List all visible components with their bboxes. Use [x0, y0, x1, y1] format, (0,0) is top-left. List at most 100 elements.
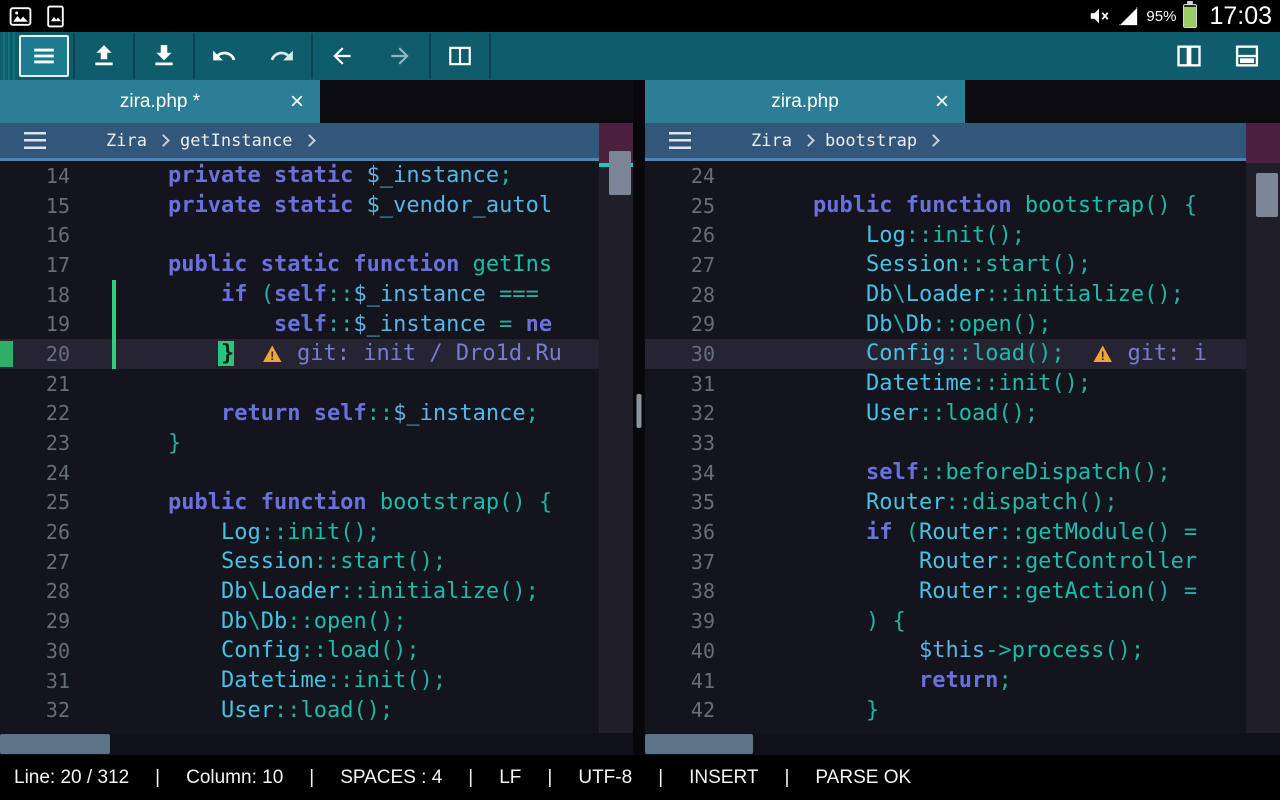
breadcrumb-item-method[interactable]: bootstrap: [825, 131, 917, 151]
code-line-31[interactable]: 31 Datetime::init();: [645, 369, 1280, 399]
clock: 17:03: [1209, 2, 1272, 31]
close-icon[interactable]: ×: [935, 90, 949, 114]
code-line-24[interactable]: 24: [0, 458, 633, 488]
code-token: start: [985, 252, 1051, 277]
code-token: ::: [287, 609, 314, 634]
code-text: if (self::$_instance ===: [115, 282, 539, 307]
code-line-26[interactable]: 26 Log::init();: [0, 517, 633, 547]
code-line-28[interactable]: 28 Db\Loader::initialize();: [0, 577, 633, 607]
toolbar-grip[interactable]: [0, 32, 15, 80]
code-token: Log: [221, 520, 261, 545]
code-token: public static function: [168, 252, 459, 277]
code-line-39[interactable]: 39 ) {: [645, 606, 1280, 636]
redo-button[interactable]: [253, 32, 311, 80]
code-token: $_instance: [353, 282, 485, 307]
code-token: [1114, 341, 1127, 366]
code-line-23[interactable]: 23 }: [0, 428, 633, 458]
breadcrumb-item-method[interactable]: getInstance: [180, 131, 293, 151]
code-line-17[interactable]: 17 public static function getIns: [0, 250, 633, 280]
code-token: ();: [406, 549, 446, 574]
code-token: private static: [168, 193, 353, 218]
code-text: Session::start();: [760, 252, 1091, 277]
code-line-29[interactable]: 29 Db\Db::open();: [0, 606, 633, 636]
code-line-31[interactable]: 31 Datetime::init();: [0, 666, 633, 696]
code-line-25[interactable]: 25 public function bootstrap() {: [645, 191, 1280, 221]
code-line-27[interactable]: 27 Session::start();: [0, 547, 633, 577]
horizontal-scrollbar-thumb[interactable]: [0, 734, 110, 754]
breadcrumb[interactable]: Zira bootstrap: [645, 123, 1280, 161]
code-line-33[interactable]: 33: [645, 428, 1280, 458]
code-editor[interactable]: 2425 public function bootstrap() {26 Log…: [645, 161, 1280, 733]
code-token: git: init / Dro1d.Ru: [297, 341, 562, 366]
code-text: Db\Db::open();: [115, 609, 406, 634]
code-token: ::: [945, 490, 972, 515]
code-line-21[interactable]: 21: [0, 369, 633, 399]
code-line-30[interactable]: 30 Config::load();: [0, 636, 633, 666]
code-text: }: [760, 698, 879, 723]
breadcrumb-item-class[interactable]: Zira: [751, 131, 792, 151]
code-line-24[interactable]: 24: [645, 161, 1280, 191]
save-as-button[interactable]: [135, 32, 193, 80]
pane-divider[interactable]: [633, 80, 645, 755]
battery-percent: 95%: [1146, 8, 1176, 25]
code-line-26[interactable]: 26 Log::init();: [645, 220, 1280, 250]
code-token: (: [906, 520, 919, 545]
tab-zira-php[interactable]: zira.php * ×: [0, 80, 320, 123]
code-token: [760, 460, 866, 485]
horizontal-scrollbar[interactable]: [645, 733, 1280, 755]
code-token: [115, 609, 221, 634]
code-token: ) {: [866, 609, 906, 634]
code-line-22[interactable]: 22 return self::$_instance;: [0, 399, 633, 429]
code-line-40[interactable]: 40 $this->process();: [645, 636, 1280, 666]
breadcrumb[interactable]: Zira getInstance: [0, 123, 633, 161]
code-line-25[interactable]: 25 public function bootstrap() {: [0, 488, 633, 518]
forward-button[interactable]: [371, 32, 429, 80]
code-line-42[interactable]: 42 }: [645, 695, 1280, 725]
code-line-36[interactable]: 36 if (Router::getModule() =: [645, 517, 1280, 547]
horizontal-scrollbar[interactable]: [0, 733, 633, 755]
code-line-29[interactable]: 29 Db\Db::open();: [645, 309, 1280, 339]
code-line-38[interactable]: 38 Router::getAction() =: [645, 577, 1280, 607]
close-icon[interactable]: ×: [290, 90, 304, 114]
scroll-ruler[interactable]: [599, 123, 633, 733]
undo-button[interactable]: [195, 32, 253, 80]
code-line-27[interactable]: 27 Session::start();: [645, 250, 1280, 280]
code-line-14[interactable]: 14 private static $_instance;: [0, 161, 633, 191]
line-number: 32: [0, 698, 70, 722]
code-token: {: [539, 490, 552, 515]
code-line-41[interactable]: 41 return;: [645, 666, 1280, 696]
menu-icon[interactable]: [24, 132, 46, 149]
horizontal-scrollbar-thumb[interactable]: [645, 734, 753, 754]
code-line-34[interactable]: 34 self::beforeDispatch();: [645, 458, 1280, 488]
code-token: User: [866, 401, 919, 426]
code-line-32[interactable]: 32 User::load();: [645, 399, 1280, 429]
menu-icon[interactable]: [669, 132, 691, 149]
back-button[interactable]: [313, 32, 371, 80]
tab-zira-php[interactable]: zira.php ×: [645, 80, 965, 123]
breadcrumb-item-class[interactable]: Zira: [106, 131, 147, 151]
code-token: [892, 520, 905, 545]
code-line-32[interactable]: 32 User::load();: [0, 695, 633, 725]
code-line-18[interactable]: 18 if (self::$_instance ===: [0, 280, 633, 310]
split-horizontal-button[interactable]: [1218, 32, 1276, 80]
code-line-28[interactable]: 28 Db\Loader::initialize();: [645, 280, 1280, 310]
code-editor[interactable]: 14 private static $_instance;15 private …: [0, 161, 633, 733]
upload-button[interactable]: [75, 32, 133, 80]
split-columns-button[interactable]: [431, 32, 489, 80]
code-line-37[interactable]: 37 Router::getController: [645, 547, 1280, 577]
scroll-ruler[interactable]: [1246, 123, 1280, 733]
code-line-15[interactable]: 15 private static $_vendor_autol: [0, 191, 633, 221]
code-token: initialize: [1012, 282, 1144, 307]
code-line-30[interactable]: 30 Config::load(); ! git: i: [645, 339, 1280, 369]
code-token: [512, 312, 525, 337]
code-line-35[interactable]: 35 Router::dispatch();: [645, 488, 1280, 518]
code-line-19[interactable]: 19 self::$_instance = ne: [0, 309, 633, 339]
chevron-right-icon: [303, 134, 316, 147]
menu-button[interactable]: [19, 35, 69, 77]
divider-handle-icon[interactable]: [637, 394, 642, 428]
vertical-scrollbar-thumb[interactable]: [609, 151, 631, 195]
code-line-20[interactable]: 20 } ! git: init / Dro1d.Ru: [0, 339, 633, 369]
vertical-scrollbar-thumb[interactable]: [1256, 173, 1278, 217]
split-vertical-button[interactable]: [1160, 32, 1218, 80]
code-line-16[interactable]: 16: [0, 220, 633, 250]
